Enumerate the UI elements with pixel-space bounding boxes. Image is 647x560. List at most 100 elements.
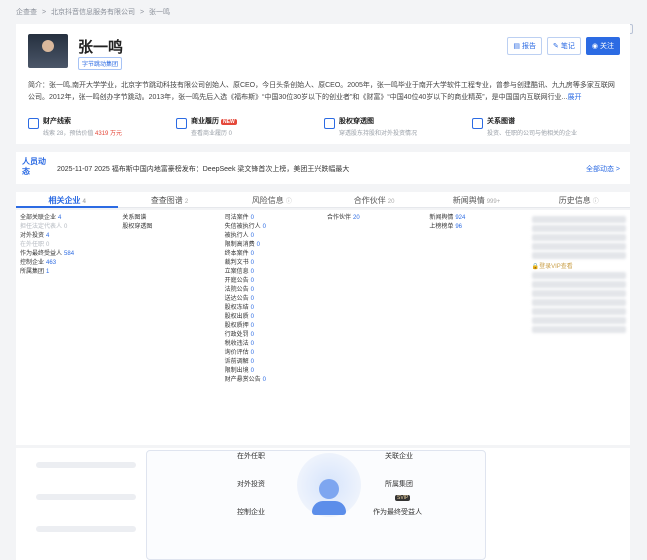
tab-news[interactable]: 新闻舆情 999+	[425, 192, 528, 208]
stat-equity-penetration[interactable]: 股权穿透图 穿透股东持股和对外投资情况	[324, 116, 472, 137]
note-button[interactable]: ✎ 笔记	[547, 37, 581, 55]
risk-item[interactable]: 股权冻结 0	[225, 304, 319, 313]
faded-row	[36, 526, 136, 532]
graph-icon	[472, 118, 483, 129]
diagram-label-beneficiary[interactable]: 作为最终受益人	[373, 507, 422, 517]
stat-value: 4319 万元	[95, 131, 123, 137]
related-item-count: 584	[64, 251, 75, 257]
all-dynamics-link[interactable]: 全部动态 >	[586, 164, 620, 174]
report-button[interactable]: ▤ 报告	[507, 37, 543, 55]
risk-item[interactable]: 限制出境 0	[225, 367, 319, 376]
related-item[interactable]: 对外投资 4	[20, 232, 114, 241]
risk-item-count: 0	[250, 368, 255, 374]
related-item-label: 担任法定代表人	[20, 224, 63, 230]
risk-item[interactable]: 财产悬赏公告 0	[225, 376, 319, 385]
risk-item[interactable]: 询价评估 0	[225, 349, 319, 358]
vip-login-link[interactable]: 🔒登录VIP查看	[532, 261, 626, 270]
risk-item[interactable]: 司法案件 0	[225, 214, 319, 223]
related-item[interactable]: 全部关联企业 4	[20, 214, 114, 223]
risk-item-count: 0	[250, 287, 255, 293]
tab-risk[interactable]: 风险信息 ⓘ	[220, 192, 323, 208]
tab-label: 新闻舆情	[452, 196, 485, 205]
risk-item-count: 0	[250, 350, 255, 356]
bio-expand-link[interactable]: 展开	[567, 94, 581, 101]
risk-item-count: 0	[250, 251, 255, 257]
related-item-count: 4	[46, 233, 50, 239]
person-name: 张一鸣	[78, 39, 124, 56]
risk-item-count: 0	[250, 359, 255, 365]
tab-history[interactable]: 历史信息 ⓘ	[527, 192, 630, 208]
risk-item[interactable]: 诉前调解 0	[225, 358, 319, 367]
risk-item-label: 税收违法	[224, 341, 249, 347]
risk-item-label: 询价评估	[224, 350, 249, 356]
stat-business-history[interactable]: 商业履历 NEW 查看商业履历 0	[176, 116, 324, 137]
news-item-count: 924	[455, 215, 466, 221]
breadcrumb-company[interactable]: 北京抖音信息服务有限公司	[51, 9, 135, 16]
related-item[interactable]: 担任法定代表人 0	[20, 223, 114, 232]
blurred-row	[531, 216, 626, 223]
partner-item[interactable]: 合作伙伴 20	[327, 214, 421, 223]
diagram-label-controlled[interactable]: 控制企业	[237, 507, 265, 517]
risk-item[interactable]: 开庭公告 0	[225, 277, 319, 286]
related-item-label: 全部关联企业	[20, 215, 57, 221]
tab-count: 4	[82, 199, 86, 205]
blurred-row	[531, 308, 626, 315]
risk-item[interactable]: 立案信息 0	[225, 268, 319, 277]
breadcrumb-person: 张一鸣	[149, 9, 170, 16]
follow-button[interactable]: ◉ 关注	[585, 37, 620, 55]
tab-related-companies[interactable]: 相关企业 4	[16, 192, 119, 208]
tab-label: 查查图谱	[150, 196, 183, 205]
related-item-label: 在外任职	[20, 242, 45, 248]
diagram-label-group[interactable]: 所属集团	[385, 479, 413, 489]
profile-actions: ▤ 报告 ✎ 笔记 ◉ 关注	[507, 37, 620, 55]
risk-item-label: 裁判文书	[224, 260, 249, 266]
risk-item[interactable]: 终本案件 0	[225, 250, 319, 259]
risk-item-label: 立案信息	[224, 269, 249, 275]
risk-item[interactable]: 股权出质 0	[225, 313, 319, 322]
graph-item[interactable]: 关系图谱	[122, 214, 216, 223]
related-item[interactable]: 在外任职 0	[20, 241, 114, 250]
related-item[interactable]: 作为最终受益人 584	[20, 250, 114, 259]
dynamics-text[interactable]: 2025-11-07 2025 福布斯中国内地富豪榜发布：DeepSeek 梁文…	[57, 164, 349, 174]
breadcrumb-sep: >	[41, 9, 47, 16]
risk-item[interactable]: 被执行人 0	[225, 232, 319, 241]
stat-relation-graph[interactable]: 关系图谱 投资、任职的公司与他相关的企业	[472, 116, 620, 137]
risk-item[interactable]: 失信被执行人 0	[225, 223, 319, 232]
blurred-row	[531, 272, 626, 279]
related-item[interactable]: 控制企业 463	[20, 259, 114, 268]
partner-item-label: 合作伙伴	[326, 215, 351, 221]
risk-item[interactable]: 送达公告 0	[225, 295, 319, 304]
risk-item[interactable]: 税收违法 0	[225, 340, 319, 349]
stat-property-clues[interactable]: 财产线索 线索 28，预估价值 4319 万元	[28, 116, 176, 137]
tab-graph[interactable]: 查查图谱 2	[118, 192, 221, 208]
risk-item-count: 0	[250, 296, 255, 302]
info-icon: ⓘ	[285, 199, 292, 205]
tab-partners[interactable]: 合作伙伴 20	[322, 192, 426, 208]
breadcrumb: 企查查 > 北京抖音信息服务有限公司 > 张一鸣	[16, 7, 173, 17]
news-item[interactable]: 新闻舆情 924	[429, 214, 523, 223]
risk-item[interactable]: 法院公告 0	[225, 286, 319, 295]
related-item-label: 所属集团	[20, 269, 45, 275]
bio-text: 简介：张一鸣,南开大学学业，北京字节跳动科技有限公司创始人、原CEO，今日头条创…	[28, 82, 615, 101]
risk-item[interactable]: 裁判文书 0	[225, 259, 319, 268]
person-head-icon	[319, 479, 339, 499]
breadcrumb-home[interactable]: 企查查	[16, 9, 37, 16]
graph-item[interactable]: 股权穿透图	[122, 223, 216, 232]
diagram-label-external-roles[interactable]: 在外任职	[237, 451, 265, 461]
dynamics-bar: 人员动态 2025-11-07 2025 福布斯中国内地富豪榜发布：DeepSe…	[16, 152, 630, 184]
diagram-label-investments[interactable]: 对外投资	[237, 479, 265, 489]
risk-item[interactable]: 限制高消费 0	[225, 241, 319, 250]
lock-icon: 🔒	[531, 264, 540, 270]
risk-item-count: 0	[250, 305, 255, 311]
news-item-count: 96	[455, 224, 463, 230]
risk-item[interactable]: 股权质押 0	[225, 322, 319, 331]
person-tag[interactable]: 字节跳动集团	[78, 57, 123, 70]
diagram-label-related-companies[interactable]: 关联企业	[385, 451, 413, 461]
risk-item[interactable]: 行政处罚 0	[225, 331, 319, 340]
stat-sub: 穿透股东持股和对外投资情况	[339, 131, 418, 137]
risk-item-label: 行政处罚	[224, 332, 249, 338]
col-partners: 合作伙伴 20	[323, 210, 425, 445]
news-item[interactable]: 上榜榜单 96	[429, 223, 523, 232]
related-item[interactable]: 所属集团 1	[20, 268, 114, 277]
related-item-count: 0	[46, 242, 50, 248]
